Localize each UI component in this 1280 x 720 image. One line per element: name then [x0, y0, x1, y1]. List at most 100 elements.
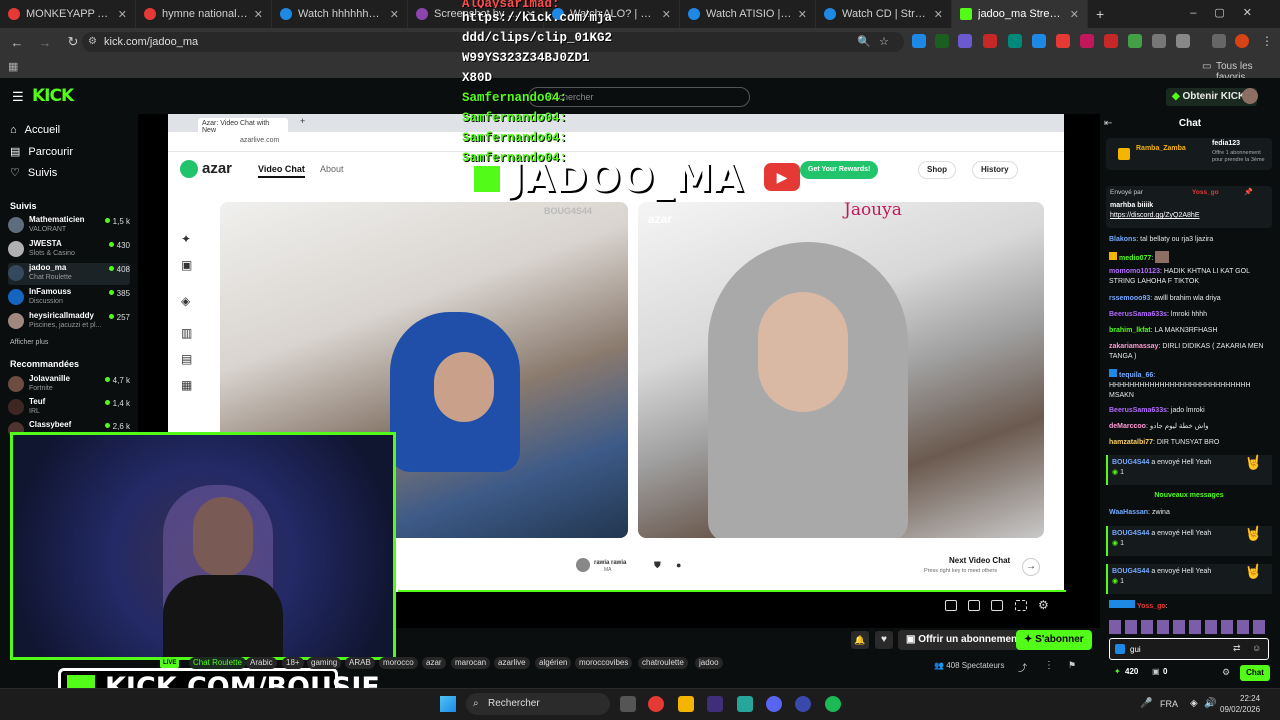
extension-icon[interactable] [935, 34, 949, 48]
tag[interactable]: azarlive [494, 657, 530, 669]
tag[interactable]: algérien [535, 657, 572, 669]
discord-icon[interactable] [766, 696, 782, 712]
chat-send-button[interactable]: Chat [1240, 665, 1270, 681]
kick-logo[interactable]: KICK [32, 86, 74, 106]
close-tab-icon[interactable]: ✕ [798, 8, 807, 21]
close-tab-icon[interactable]: ✕ [934, 8, 943, 21]
followed-channel-active[interactable]: jadoo_ma Chat Roulette 408 [8, 263, 130, 285]
site-info-icon[interactable]: ⚙ [88, 36, 97, 47]
browser-tab[interactable]: Watch hhhhhhhhhhhh |✕ [272, 0, 408, 28]
profile-avatar[interactable] [1235, 34, 1249, 48]
translate-icon[interactable]: ⇄ [1233, 643, 1241, 654]
followed-channel[interactable]: heysiricallmaddy Piscines, jacuzzi et pl.… [8, 311, 130, 333]
emoji-icon[interactable]: ☺ [1252, 643, 1261, 653]
microphone-icon[interactable]: 🎤 [1140, 698, 1152, 709]
nav-browse[interactable]: ▤ Parcourir [10, 145, 73, 159]
tag[interactable]: Arabic [246, 657, 277, 669]
notification-bell-icon[interactable]: 🔔 [851, 631, 869, 649]
collapse-chat-icon[interactable]: ⇤ [1104, 118, 1112, 129]
extensions-puzzle-icon[interactable] [1176, 34, 1190, 48]
task-view-icon[interactable] [620, 696, 636, 712]
gift-subscription-button[interactable]: ▣ Offrir un abonnement [898, 630, 1029, 650]
volume-icon[interactable]: 🔊 [1204, 698, 1216, 709]
forward-icon[interactable]: → [36, 35, 54, 50]
followed-channel[interactable]: Mathematicien VALORANT 1,5 k [8, 215, 130, 237]
browser-menu-icon[interactable]: ⋮ [1261, 34, 1273, 48]
category-tag[interactable]: Chat Roulette [189, 657, 246, 669]
emote-picker-row[interactable] [1109, 620, 1269, 634]
window-controls[interactable]: –▢✕ [1190, 6, 1270, 19]
heart-follow-icon[interactable]: ♥ [875, 631, 893, 649]
nav-home[interactable]: ⌂ Accueil [10, 124, 60, 136]
chat-settings-icon[interactable]: ⚙ [1222, 667, 1230, 678]
browser-tab[interactable]: MONKEYAPP AFTER DARK✕ [0, 0, 136, 28]
followed-channel[interactable]: InFamouss Discussion 385 [8, 287, 130, 309]
close-tab-icon[interactable]: ✕ [118, 8, 127, 21]
spotify-icon[interactable] [825, 696, 841, 712]
picture-in-picture-icon[interactable] [991, 600, 1003, 611]
fullscreen-icon[interactable] [1015, 600, 1027, 611]
tag[interactable]: jadoo [695, 657, 723, 669]
app-icon[interactable] [737, 696, 753, 712]
back-icon[interactable]: ← [8, 35, 26, 50]
show-more-link[interactable]: Afficher plus [10, 339, 48, 346]
share-icon[interactable]: ⤴ [1018, 661, 1027, 674]
followed-channel[interactable]: JWESTA Slots & Casino 430 [8, 239, 130, 261]
nav-following[interactable]: ♡ Suivis [10, 166, 57, 180]
user-avatar[interactable] [1242, 88, 1258, 104]
pin-icon[interactable]: 📌 [1244, 188, 1253, 196]
extension-icon[interactable] [1104, 34, 1118, 48]
app-icon[interactable] [795, 696, 811, 712]
tag[interactable]: 18+ [282, 657, 304, 669]
subscribe-button[interactable]: ✦ S'abonner [1016, 630, 1092, 650]
taskbar-search[interactable]: ⌕ Rechercher [466, 693, 610, 715]
zoom-icon[interactable]: 🔍 [857, 35, 871, 48]
tag[interactable]: gaming [307, 657, 342, 669]
system-clock[interactable]: 22:24 09/02/2026 [1220, 693, 1260, 715]
start-windows-icon[interactable] [440, 696, 456, 712]
extension-icon[interactable] [912, 34, 926, 48]
tag[interactable]: ARAB [345, 657, 375, 669]
reading-list-icon[interactable] [1212, 34, 1226, 48]
hamburger-menu-icon[interactable]: ☰ [12, 89, 24, 105]
browser-tab[interactable]: hymne national marocain✕ [136, 0, 272, 28]
close-tab-icon[interactable]: ✕ [390, 8, 399, 21]
browser-tab[interactable]: Watch ATISIO | Streamable✕ [680, 0, 816, 28]
report-flag-icon[interactable]: ⚑ [1068, 660, 1076, 671]
kicks-balance[interactable]: 420 [1125, 667, 1138, 676]
apps-grid-icon[interactable]: ▦ [8, 60, 18, 73]
extension-icon[interactable] [983, 34, 997, 48]
progress-bar[interactable] [398, 590, 1066, 592]
extension-icon[interactable] [1056, 34, 1070, 48]
clip-icon[interactable] [945, 600, 957, 611]
tag[interactable]: morocco [379, 657, 418, 669]
settings-gear-icon[interactable]: ⚙ [1038, 598, 1049, 612]
browser-tab-active[interactable]: jadoo_ma Stream - Watch✕ [952, 0, 1088, 28]
close-tab-icon[interactable]: ✕ [254, 8, 263, 21]
gift-icon[interactable]: ▣ [1152, 667, 1160, 676]
recommended-channel[interactable]: Jolavanille Fortnite 4,7 k [8, 374, 130, 396]
chat-input[interactable]: gui [1109, 638, 1269, 660]
app-icon[interactable] [707, 696, 723, 712]
recommended-channel[interactable]: Teuf IRL 1,4 k [8, 397, 130, 419]
extension-icon[interactable] [1008, 34, 1022, 48]
tag[interactable]: azar [422, 657, 446, 669]
more-options-icon[interactable]: ⋮ [1044, 660, 1054, 671]
chrome-icon[interactable] [648, 696, 664, 712]
network-icon[interactable]: ◈ [1190, 698, 1198, 709]
extension-icon[interactable] [1080, 34, 1094, 48]
file-explorer-icon[interactable] [678, 696, 694, 712]
extension-icon[interactable] [1032, 34, 1046, 48]
extension-icon[interactable] [1152, 34, 1166, 48]
reload-icon[interactable]: ↻ [64, 34, 82, 50]
extension-icon[interactable] [1128, 34, 1142, 48]
new-tab-button[interactable]: + [1088, 0, 1112, 28]
close-tab-icon[interactable]: ✕ [662, 8, 671, 21]
tag[interactable]: moroccovibes [575, 657, 633, 669]
bookmark-star-icon[interactable]: ☆ [879, 35, 889, 48]
theater-mode-icon[interactable] [968, 600, 980, 611]
extension-icon[interactable] [958, 34, 972, 48]
browser-tab[interactable]: Watch CD | Streamable✕ [816, 0, 952, 28]
close-tab-icon[interactable]: ✕ [1070, 8, 1079, 21]
tag[interactable]: marocan [451, 657, 491, 669]
